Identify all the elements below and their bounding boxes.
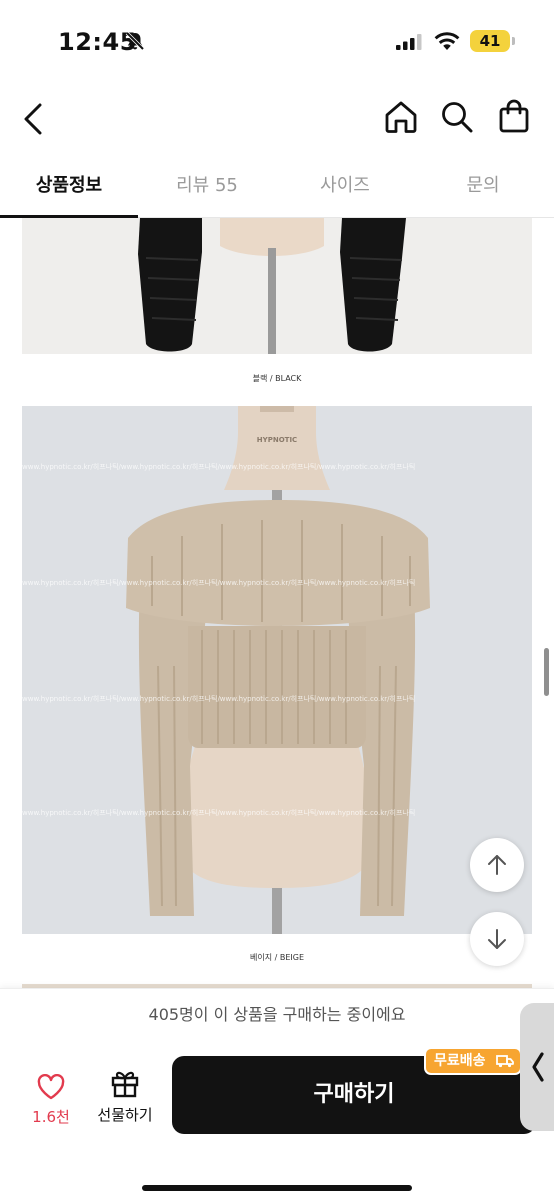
- cellular-signal-icon: [396, 34, 422, 50]
- nav-header: [0, 86, 554, 150]
- tab-product-info[interactable]: 상품정보: [0, 158, 138, 216]
- gift-icon: [111, 1071, 139, 1098]
- watermark-text: www.hypnotic.co.kr/히프나틱/www.hypnotic.co.…: [22, 579, 416, 587]
- scroll-to-top-button[interactable]: [470, 838, 524, 892]
- chevron-left-icon[interactable]: [22, 102, 44, 136]
- caption-beige: 베이지 / BEIGE: [249, 953, 305, 962]
- tab-size[interactable]: 사이즈: [276, 158, 414, 216]
- watermark-text: www.hypnotic.co.kr/히프나틱/www.hypnotic.co.…: [22, 695, 416, 703]
- truck-icon: [496, 1055, 514, 1068]
- like-count: 1.6천: [32, 1108, 70, 1126]
- gift-button[interactable]: 선물하기: [88, 1068, 162, 1130]
- mannequin-brand-label: HYPNOTIC: [256, 436, 298, 444]
- free-shipping-badge: 무료배송: [424, 1047, 522, 1075]
- arrow-up-icon: [488, 855, 506, 875]
- shopping-bag-icon[interactable]: [498, 98, 530, 134]
- product-photo-black: [22, 218, 532, 354]
- purchase-activity-notice: 405명이 이 상품을 구매하는 중이에요: [0, 988, 554, 1040]
- product-photo-beige-image: [22, 406, 532, 934]
- side-panel-handle[interactable]: [520, 1003, 554, 1131]
- wifi-icon: [434, 32, 460, 50]
- product-tabs: 상품정보 리뷰 55 사이즈 문의: [0, 158, 554, 218]
- chevron-left-icon: [532, 1052, 544, 1082]
- arrow-down-icon: [488, 929, 506, 949]
- bell-off-icon: [125, 31, 145, 51]
- free-shipping-label: 무료배송: [434, 1053, 486, 1069]
- product-photo-black-image: [22, 218, 532, 354]
- battery-tip: [512, 37, 515, 45]
- like-button[interactable]: 1.6천: [22, 1070, 80, 1130]
- tab-inquiry[interactable]: 문의: [414, 158, 552, 216]
- battery-indicator: 41: [470, 30, 510, 52]
- status-bar: 12:45 41: [0, 0, 554, 84]
- gift-label: 선물하기: [97, 1106, 153, 1124]
- home-indicator: [142, 1185, 412, 1191]
- watermark-text: www.hypnotic.co.kr/히프나틱/www.hypnotic.co.…: [22, 463, 416, 471]
- product-photo-beige: www.hypnotic.co.kr/히프나틱/www.hypnotic.co.…: [22, 406, 532, 934]
- tab-reviews[interactable]: 리뷰 55: [138, 158, 276, 216]
- search-icon[interactable]: [440, 100, 474, 134]
- caption-black: 블랙 / BLACK: [252, 374, 302, 383]
- scroll-to-bottom-button[interactable]: [470, 912, 524, 966]
- heart-icon: [37, 1074, 65, 1100]
- home-icon[interactable]: [384, 100, 418, 134]
- scrollbar-thumb[interactable]: [544, 648, 549, 696]
- watermark-text: www.hypnotic.co.kr/히프나틱/www.hypnotic.co.…: [22, 809, 416, 817]
